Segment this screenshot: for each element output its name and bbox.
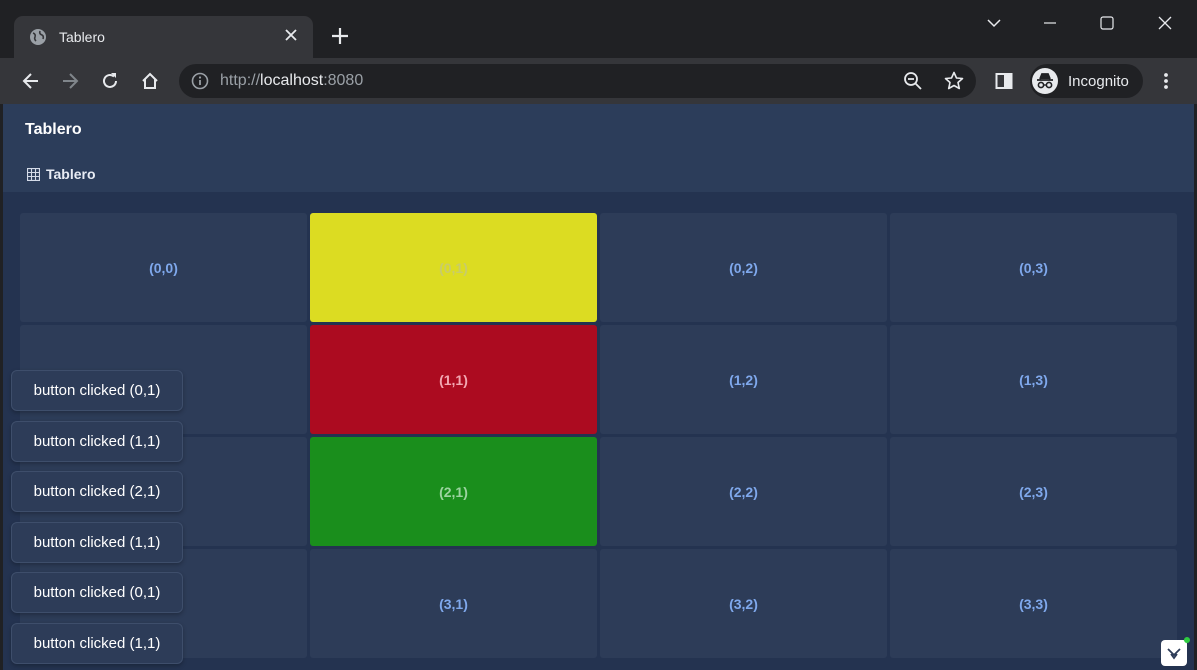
bookmark-star-icon[interactable]: [944, 71, 964, 91]
board-grid: (0,0)(0,1)(0,2)(0,3)(1,0)(1,1)(1,2)(1,3)…: [20, 213, 1178, 658]
notification-toast[interactable]: button clicked (1,1): [11, 420, 183, 462]
incognito-icon: [1032, 68, 1058, 94]
minimize-icon[interactable]: [1035, 8, 1065, 38]
board-cell-button[interactable]: (3,1): [310, 549, 597, 658]
tab-close-icon[interactable]: [281, 28, 301, 46]
notification-stack: button clicked (0,1) button clicked (1,1)…: [11, 370, 183, 670]
globe-icon: [29, 28, 47, 46]
notification-toast[interactable]: button clicked (2,1): [11, 471, 183, 512]
browser-tabstrip: Tablero: [0, 0, 1197, 58]
board-cell-button[interactable]: (1,1): [310, 325, 597, 434]
new-tab-button[interactable]: [326, 22, 354, 50]
notification-toast[interactable]: button clicked (1,1): [11, 521, 183, 563]
board-cell-button[interactable]: (0,0): [20, 213, 307, 322]
grid-icon: [26, 167, 41, 181]
board-cell-button[interactable]: (2,1): [310, 437, 597, 546]
back-icon[interactable]: [16, 66, 46, 96]
address-bar[interactable]: http://localhost:8080: [179, 64, 976, 98]
app-header: Tablero Tablero: [3, 104, 1194, 192]
nav-tab-tablero[interactable]: Tablero: [26, 166, 96, 182]
devtools-toggle-button[interactable]: [1161, 637, 1190, 666]
nav-tab-label: Tablero: [46, 166, 96, 182]
status-dot: [1184, 637, 1190, 643]
tab-title: Tablero: [59, 29, 105, 45]
app-title: Tablero: [25, 121, 82, 138]
url-text: http://localhost:8080: [220, 72, 363, 90]
board-cell-button[interactable]: (2,2): [600, 437, 887, 546]
incognito-profile-button[interactable]: Incognito: [1030, 64, 1143, 98]
board-cell-button[interactable]: (0,1): [310, 213, 597, 322]
zoom-icon[interactable]: [903, 71, 923, 91]
board-cell-button[interactable]: (3,3): [890, 549, 1177, 658]
url-port: :8080: [323, 72, 364, 89]
url-host: localhost: [260, 72, 324, 89]
side-panel-icon[interactable]: [989, 66, 1019, 96]
board-cell-button[interactable]: (1,3): [890, 325, 1177, 434]
profile-label: Incognito: [1068, 72, 1129, 90]
board-cell-button[interactable]: (2,3): [890, 437, 1177, 546]
web-page: Tablero Tablero (0,0)(0,1)(0,2)(0,3)(1,0…: [3, 104, 1194, 670]
maximize-icon[interactable]: [1092, 8, 1122, 38]
home-icon[interactable]: [135, 66, 165, 96]
url-scheme: http://: [220, 72, 261, 89]
notification-toast[interactable]: button clicked (1,1): [11, 622, 183, 664]
notification-toast[interactable]: button clicked (0,1): [11, 370, 183, 411]
browser-toolbar: http://localhost:8080 Incognito: [0, 58, 1197, 104]
board-cell-button[interactable]: (1,2): [600, 325, 887, 434]
board-cell-button[interactable]: (3,2): [600, 549, 887, 658]
board-cell-button[interactable]: (0,3): [890, 213, 1177, 322]
forward-icon[interactable]: [55, 66, 85, 96]
site-info-icon[interactable]: [191, 72, 209, 90]
window-close-icon[interactable]: [1150, 8, 1180, 38]
browser-tab[interactable]: Tablero: [14, 16, 313, 58]
reload-icon[interactable]: [95, 66, 125, 96]
notification-toast[interactable]: button clicked (0,1): [11, 572, 183, 613]
board-cell-button[interactable]: (0,2): [600, 213, 887, 322]
browser-menu-icon[interactable]: [1151, 66, 1181, 96]
tab-search-icon[interactable]: [979, 8, 1009, 38]
